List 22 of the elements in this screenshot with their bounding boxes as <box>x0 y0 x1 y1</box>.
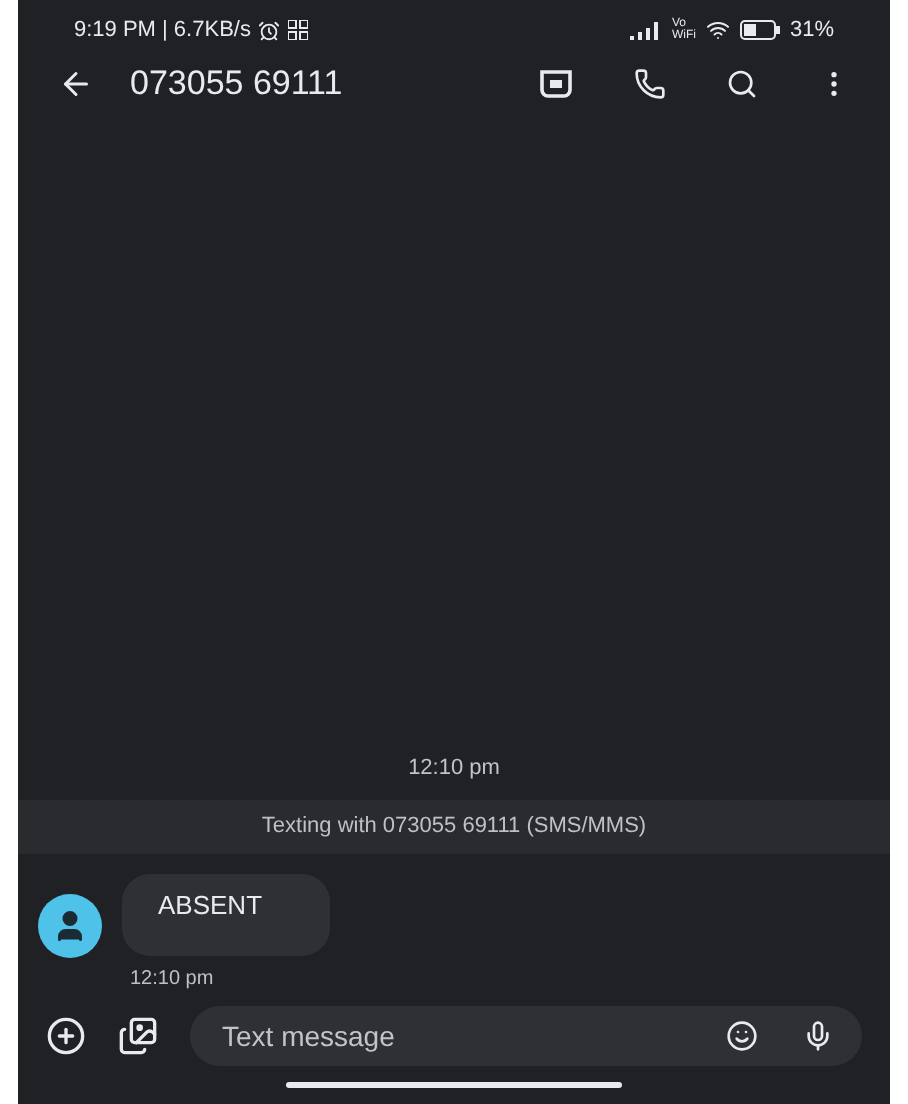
add-button[interactable] <box>46 1016 86 1056</box>
battery-percent: 31% <box>789 15 834 46</box>
battery-icon <box>739 20 780 40</box>
video-call-button[interactable] <box>538 68 574 100</box>
message-field[interactable]: Text message <box>190 1006 862 1066</box>
status-time: 9:19 PM | 6.7KB/s <box>74 15 251 46</box>
message-input[interactable]: Text message <box>222 1015 726 1057</box>
date-label: 12:10 pm <box>408 753 500 783</box>
message-time: 12:10 pm <box>128 966 216 994</box>
avatar <box>38 894 102 958</box>
contact-title: 073055 69111 <box>130 62 345 107</box>
gallery-button[interactable] <box>118 1016 158 1056</box>
alarm-icon <box>258 19 281 41</box>
phone-button[interactable] <box>634 68 666 100</box>
signal-icon <box>629 21 662 39</box>
texting-banner: Texting with 073055 69111 (SMS/MMS) <box>18 800 890 853</box>
grid-icon <box>288 20 309 40</box>
emoji-icon[interactable] <box>726 1020 758 1052</box>
search-button[interactable] <box>726 68 758 100</box>
message-bubble: ABSENT <box>122 873 330 956</box>
back-button[interactable] <box>58 66 94 102</box>
mic-icon[interactable] <box>802 1020 834 1052</box>
